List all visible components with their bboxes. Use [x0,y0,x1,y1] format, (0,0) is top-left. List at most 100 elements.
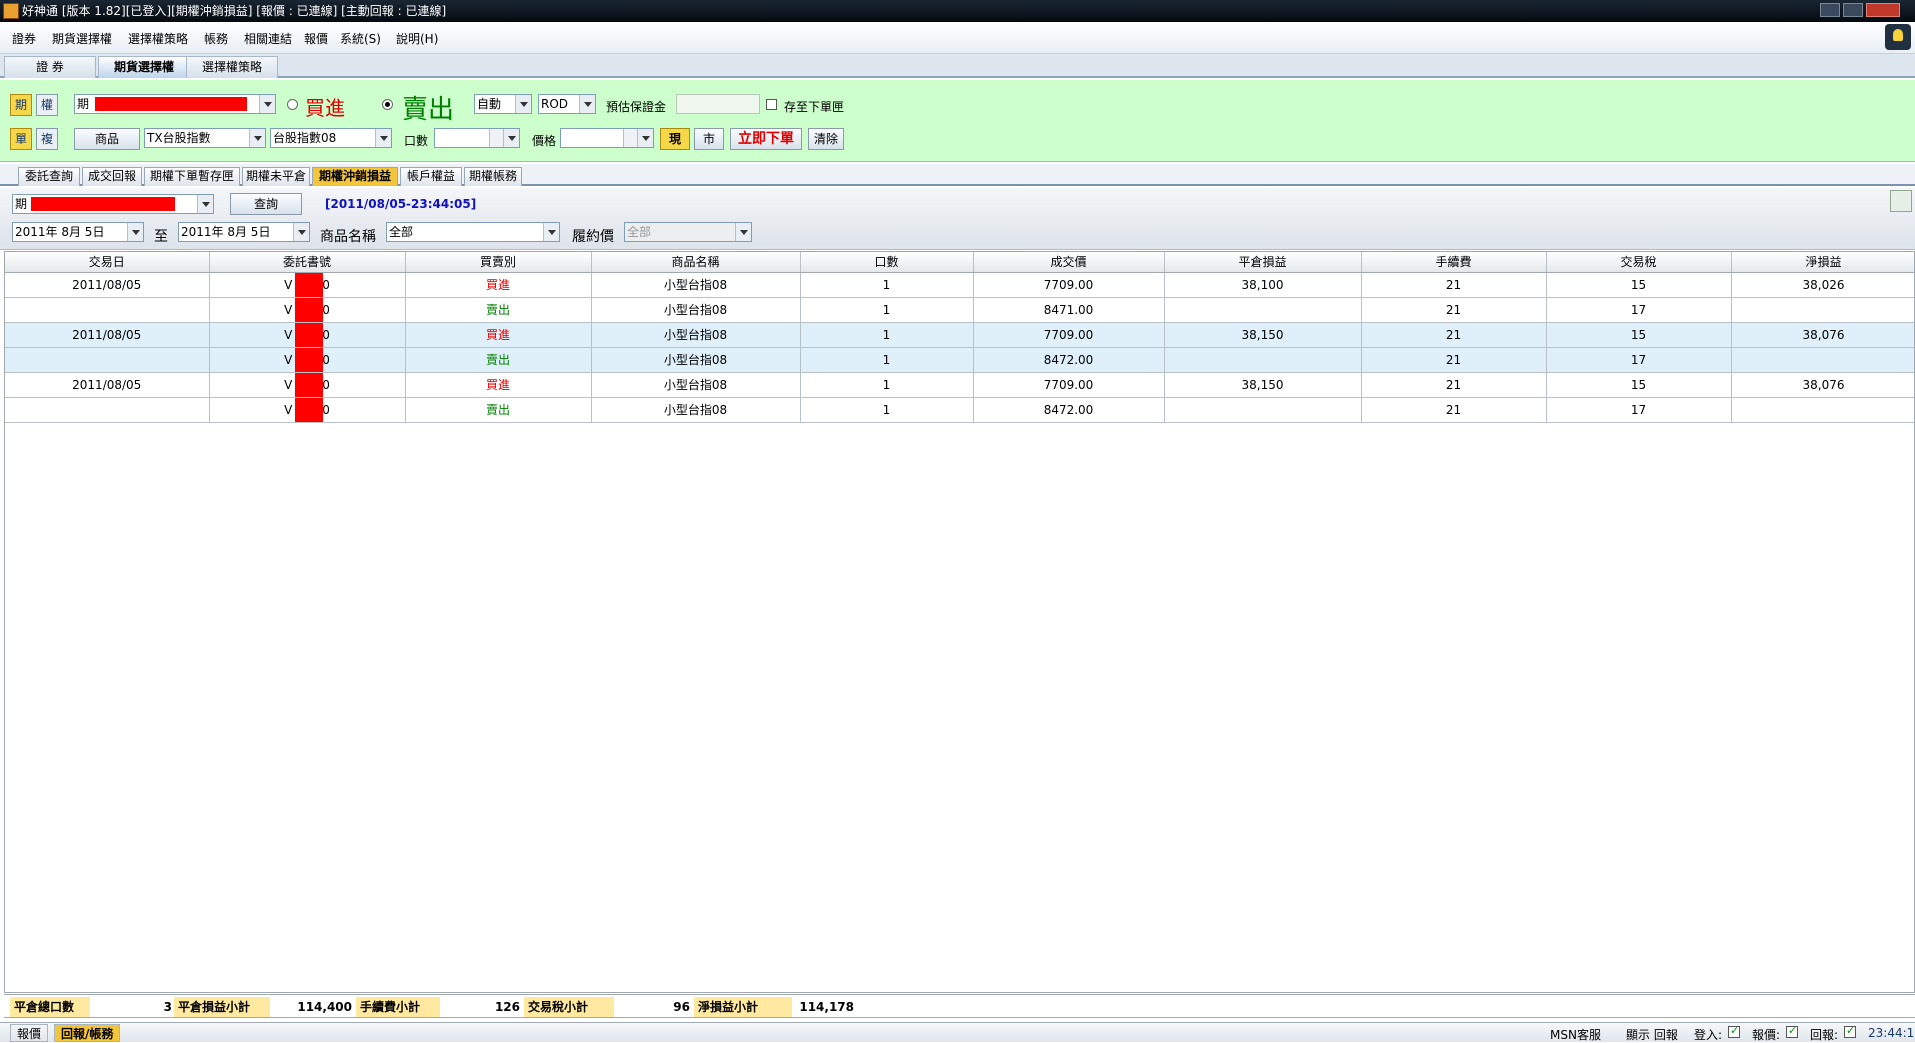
tab-account-equity[interactable]: 帳戶權益 [400,167,462,186]
redacted-account [95,97,247,111]
cell-tax: 15 [1546,272,1732,298]
col-tax[interactable]: 交易稅 [1546,252,1732,273]
col-side[interactable]: 買賣別 [405,252,592,273]
combo-mode-button[interactable]: 複 [36,128,58,150]
chevron-down-icon[interactable] [127,223,143,241]
order-no-tail: 0 [322,352,330,367]
save-to-box-checkbox[interactable] [766,99,777,110]
chevron-down-icon[interactable] [503,129,519,147]
menu-futures-options[interactable]: 期貨選擇權 [52,30,112,47]
tab-open-positions[interactable]: 期權未平倉 [242,167,310,186]
chevron-down-icon[interactable] [579,95,595,113]
chevron-down-icon[interactable] [375,129,391,147]
export-excel-icon[interactable] [1890,190,1912,212]
date-to-picker[interactable]: 2011年 8月 5日 [178,222,310,242]
col-fee[interactable]: 手續費 [1361,252,1547,273]
show-report[interactable]: 顯示 回報 [1626,1026,1678,1043]
menu-accounts[interactable]: 帳務 [204,30,228,47]
chevron-down-icon[interactable] [543,223,559,241]
cell-tax: 17 [1546,397,1732,423]
cell-tax: 15 [1546,372,1732,398]
tab-futures-options[interactable]: 期貨選擇權 [98,56,190,78]
col-pnl[interactable]: 平倉損益 [1164,252,1362,273]
table-row[interactable]: 2011/08/05 V0 買進 小型台指08 1 7709.00 38,100… [5,272,1914,298]
fee-subtotal-label: 手續費小計 [356,997,440,1017]
table-header-row: 交易日 委託書號 買賣別 商品名稱 口數 成交價 平倉損益 手續費 交易稅 淨損… [5,252,1914,273]
current-price-button[interactable]: 現 [660,128,690,150]
auto-select[interactable]: 自動 [474,94,532,114]
order-no-head: V [284,377,293,392]
single-mode-button[interactable]: 單 [10,128,32,150]
lightbulb-icon[interactable] [1885,24,1911,50]
table-row[interactable]: 2011/08/05 V0 買進 小型台指08 1 7709.00 38,150… [5,322,1914,348]
close-button[interactable] [1866,3,1900,17]
product-select[interactable]: TX台股指數 [144,128,266,148]
contract-select[interactable]: 台股指數08 [270,128,392,148]
redacted-order-no [294,322,323,347]
tab-option-strategy[interactable]: 選擇權策略 [186,56,278,78]
order-no-tail: 0 [322,277,330,292]
col-product[interactable]: 商品名稱 [591,252,801,273]
col-order-no[interactable]: 委託書號 [209,252,406,273]
status-tab-quote[interactable]: 報價 [10,1024,49,1042]
tab-accounting[interactable]: 期權帳務 [464,167,522,186]
col-net[interactable]: 淨損益 [1731,252,1914,273]
sell-radio[interactable] [382,99,393,110]
col-trade-date[interactable]: 交易日 [5,252,210,273]
clear-button[interactable]: 清除 [808,128,844,150]
tab-order-box[interactable]: 期權下單暫存匣 [144,167,240,186]
menu-system[interactable]: 系統(S) [340,30,381,47]
tab-fill-report[interactable]: 成交回報 [82,167,142,186]
quantity-stepper[interactable] [434,128,520,148]
menu-help[interactable]: 說明(H) [396,30,438,47]
query-button[interactable]: 查詢 [230,193,302,215]
strike-select[interactable]: 全部 [624,222,752,242]
rod-select[interactable]: ROD [538,94,596,114]
options-mode-button[interactable]: 權 [36,94,58,116]
table-row[interactable]: 2011/08/05 V0 買進 小型台指08 1 7709.00 38,150… [5,372,1914,398]
menu-quotes[interactable]: 報價 [304,30,328,47]
table-row[interactable]: V0 賣出 小型台指08 1 8472.00 21 17 [5,347,1914,373]
chevron-down-icon[interactable] [735,223,751,241]
menu-securities[interactable]: 證券 [12,30,36,47]
app-icon [3,3,19,19]
menu-option-strategy[interactable]: 選擇權策略 [128,30,188,47]
cell-pnl [1164,297,1362,323]
chevron-down-icon[interactable] [293,223,309,241]
date-from-value: 2011年 8月 5日 [15,225,105,239]
menu-links[interactable]: 相關連結 [244,30,292,47]
tab-securities[interactable]: 證 券 [4,56,96,78]
buy-radio[interactable] [287,99,298,110]
account-select[interactable]: 期 [74,94,276,114]
msn-support[interactable]: MSN客服 [1550,1026,1601,1043]
product-button[interactable]: 商品 [74,128,140,150]
date-from-picker[interactable]: 2011年 8月 5日 [12,222,144,242]
product-name-select[interactable]: 全部 [386,222,560,242]
tab-order-query[interactable]: 委託查詢 [18,167,80,186]
chevron-down-icon[interactable] [259,95,275,113]
status-tab-report[interactable]: 回報/帳務 [54,1024,121,1042]
margin-field [676,94,760,114]
col-qty[interactable]: 口數 [800,252,974,273]
submit-order-button[interactable]: 立即下單 [730,128,802,150]
query-account-select[interactable]: 期 [12,194,214,214]
table-row[interactable]: V0 賣出 小型台指08 1 8472.00 21 17 [5,397,1914,423]
chevron-down-icon[interactable] [515,95,531,113]
table-row[interactable]: V0 賣出 小型台指08 1 8471.00 21 17 [5,297,1914,323]
chevron-down-icon[interactable] [249,129,265,147]
market-price-button[interactable]: 市 [694,128,724,150]
spinner-icon[interactable] [489,129,503,147]
minimize-button[interactable] [1820,3,1840,17]
maximize-button[interactable] [1843,3,1863,17]
cell-price: 7709.00 [973,372,1165,398]
order-no-tail: 0 [322,377,330,392]
tab-offset-pnl[interactable]: 期權沖銷損益 [312,167,398,186]
col-price[interactable]: 成交價 [973,252,1165,273]
spinner-icon[interactable] [623,129,637,147]
price-stepper[interactable] [560,128,654,148]
cell-price: 8472.00 [973,397,1165,423]
chevron-down-icon[interactable] [197,195,213,213]
futures-mode-button[interactable]: 期 [10,94,32,116]
cell-fee: 21 [1361,372,1547,398]
chevron-down-icon[interactable] [637,129,653,147]
